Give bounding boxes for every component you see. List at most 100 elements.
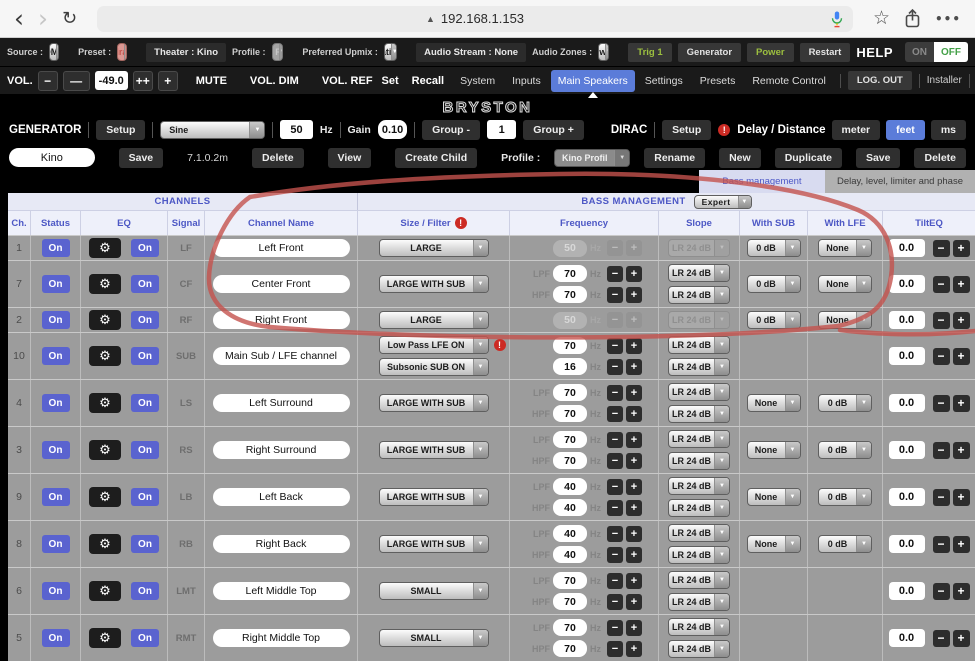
preset-view-button[interactable]: View	[328, 148, 372, 168]
tilteq-input[interactable]: 0.0	[889, 275, 925, 293]
channel-name-input[interactable]: Right Front	[213, 311, 350, 329]
profile-save-button[interactable]: Save	[856, 148, 901, 168]
frequency-increment-button[interactable]: +	[626, 573, 642, 589]
generator-gain-input[interactable]: 0.10	[378, 120, 407, 139]
tab-bass-management[interactable]: Bass management	[699, 170, 825, 193]
tilteq-input[interactable]: 0.0	[889, 239, 925, 257]
size-filter-select[interactable]: LARGE WITH SUB▼	[379, 275, 489, 293]
unit-meter-button[interactable]: meter	[832, 120, 881, 140]
tilteq-input[interactable]: 0.0	[889, 535, 925, 553]
frequency-increment-button[interactable]: +	[626, 338, 642, 354]
frequency-increment-button[interactable]: +	[626, 594, 642, 610]
status-on-button[interactable]: On	[42, 394, 70, 412]
eq-on-button[interactable]: On	[131, 441, 159, 459]
frequency-increment-button[interactable]: +	[626, 526, 642, 542]
frequency-input[interactable]: 70	[553, 452, 587, 469]
vol-ref-recall-button[interactable]: Recall	[408, 75, 448, 87]
size-filter-select[interactable]: LARGE WITH SUB▼	[379, 488, 489, 506]
slope-select[interactable]: LR 24 dB▼	[668, 358, 730, 376]
restart-button[interactable]: Restart	[800, 43, 851, 62]
group-number-input[interactable]: 1	[487, 120, 516, 139]
profile-select[interactable]: Kino Profil▼	[554, 149, 630, 167]
tilteq-input[interactable]: 0.0	[889, 441, 925, 459]
slope-select[interactable]: LR 24 dB▼	[668, 477, 730, 495]
tab-system[interactable]: System	[453, 70, 502, 92]
frequency-increment-button[interactable]: +	[626, 266, 642, 282]
channel-name-input[interactable]: Right Surround	[213, 441, 350, 459]
frequency-increment-button[interactable]: +	[626, 620, 642, 636]
frequency-input[interactable]: 70	[553, 572, 587, 589]
frequency-decrement-button[interactable]: −	[607, 266, 623, 282]
tilteq-input[interactable]: 0.0	[889, 629, 925, 647]
volume-big-increment-button[interactable]: ++	[133, 71, 153, 91]
frequency-input[interactable]: 70	[553, 593, 587, 610]
status-on-button[interactable]: On	[42, 441, 70, 459]
frequency-decrement-button[interactable]: −	[607, 641, 623, 657]
slope-select[interactable]: LR 24 dB▼	[668, 618, 730, 636]
volume-decrement-button[interactable]: −	[38, 71, 58, 91]
slope-select[interactable]: LR 24 dB▼	[668, 286, 730, 304]
profile-delete-button[interactable]: Delete	[914, 148, 966, 168]
generator-button[interactable]: Generator	[678, 43, 741, 62]
frequency-input[interactable]: 40	[553, 546, 587, 563]
frequency-input[interactable]: 16	[553, 358, 587, 375]
help-off-option[interactable]: OFF	[934, 42, 968, 62]
slope-select[interactable]: LR 24 dB▼	[668, 383, 730, 401]
frequency-decrement-button[interactable]: −	[607, 500, 623, 516]
size-filter-select[interactable]: SMALL▼	[379, 582, 489, 600]
dirac-setup-button[interactable]: Setup	[662, 120, 711, 140]
tilteq-decrement-button[interactable]: −	[933, 395, 950, 412]
slope-select[interactable]: LR 24 dB▼	[668, 430, 730, 448]
slope-select[interactable]: LR 24 dB▼	[668, 264, 730, 282]
tilteq-increment-button[interactable]: +	[953, 312, 970, 329]
eq-settings-button[interactable]: ⚙	[89, 274, 121, 294]
tilteq-increment-button[interactable]: +	[953, 489, 970, 506]
frequency-increment-button[interactable]: +	[626, 287, 642, 303]
upmix-select[interactable]: Native▼	[384, 43, 397, 61]
channel-name-input[interactable]: Left Surround	[213, 394, 350, 412]
status-on-button[interactable]: On	[42, 535, 70, 553]
frequency-input[interactable]: 70	[553, 405, 587, 422]
frequency-decrement-button[interactable]: −	[607, 432, 623, 448]
eq-on-button[interactable]: On	[131, 488, 159, 506]
frequency-decrement-button[interactable]: −	[607, 338, 623, 354]
with-lfe-select[interactable]: None▼	[818, 239, 872, 257]
with-sub-select[interactable]: None▼	[747, 394, 801, 412]
volume-increment-button[interactable]: +	[158, 71, 178, 91]
trig1-button[interactable]: Trig 1	[628, 43, 671, 62]
help-toggle[interactable]: ONOFF	[905, 42, 968, 62]
tab-inputs[interactable]: Inputs	[505, 70, 548, 92]
tilteq-decrement-button[interactable]: −	[933, 442, 950, 459]
with-sub-select[interactable]: None▼	[747, 441, 801, 459]
reload-icon[interactable]: ↻	[62, 10, 77, 28]
tilteq-increment-button[interactable]: +	[953, 276, 970, 293]
frequency-increment-button[interactable]: +	[626, 453, 642, 469]
frequency-input[interactable]: 70	[553, 619, 587, 636]
eq-on-button[interactable]: On	[131, 347, 159, 365]
size-filter-select[interactable]: LARGE▼	[379, 239, 489, 257]
tilteq-input[interactable]: 0.0	[889, 582, 925, 600]
size-filter-select[interactable]: Low Pass LFE ON▼	[379, 336, 489, 354]
preset-name-input[interactable]: Kino	[9, 148, 95, 167]
eq-settings-button[interactable]: ⚙	[89, 310, 121, 330]
eq-on-button[interactable]: On	[131, 394, 159, 412]
tilteq-decrement-button[interactable]: −	[933, 489, 950, 506]
frequency-increment-button[interactable]: +	[626, 385, 642, 401]
channel-name-input[interactable]: Left Middle Top	[213, 582, 350, 600]
group-minus-button[interactable]: Group -	[422, 120, 480, 140]
profile-duplicate-button[interactable]: Duplicate	[775, 148, 842, 168]
forward-icon[interactable]: ›	[38, 6, 48, 31]
with-lfe-select[interactable]: 0 dB▼	[818, 535, 872, 553]
slope-select[interactable]: LR 24 dB▼	[668, 452, 730, 470]
tilteq-increment-button[interactable]: +	[953, 583, 970, 600]
unit-ms-button[interactable]: ms	[931, 120, 966, 140]
frequency-decrement-button[interactable]: −	[607, 479, 623, 495]
tilteq-increment-button[interactable]: +	[953, 395, 970, 412]
channel-name-input[interactable]: Center Front	[213, 275, 350, 293]
with-lfe-select[interactable]: None▼	[818, 311, 872, 329]
frequency-input[interactable]: 40	[553, 499, 587, 516]
tilteq-decrement-button[interactable]: −	[933, 240, 950, 257]
with-lfe-select[interactable]: 0 dB▼	[818, 394, 872, 412]
tab-presets[interactable]: Presets	[693, 70, 743, 92]
logout-button[interactable]: LOG. OUT	[848, 71, 912, 90]
